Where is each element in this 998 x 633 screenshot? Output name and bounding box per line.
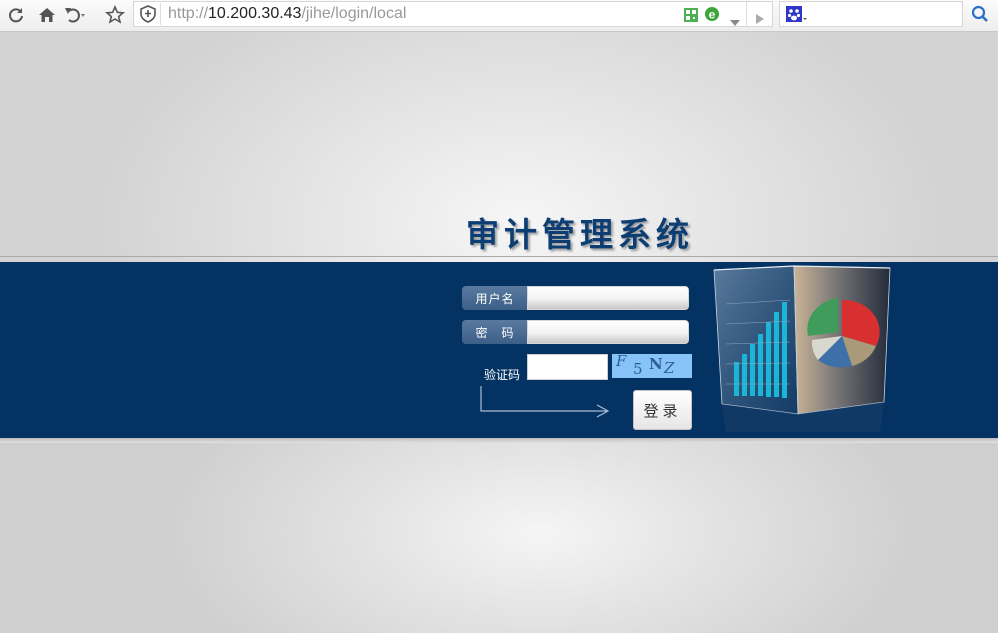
refresh-icon[interactable] <box>5 4 27 26</box>
svg-text:e: e <box>709 8 716 22</box>
divider-top <box>0 256 998 257</box>
address-bar[interactable]: http://10.200.30.43/jihe/login/local e <box>133 1 773 27</box>
captcha-image[interactable]: F 5 N Z <box>612 354 692 378</box>
captcha-label: 验证码 <box>484 368 521 382</box>
search-icon[interactable] <box>966 2 994 26</box>
star-icon[interactable] <box>104 4 126 26</box>
page-title: 审计管理系统 <box>466 215 694 254</box>
ie-mode-icon[interactable]: e <box>704 5 720 27</box>
url-divider <box>746 2 747 26</box>
password-label: 密 码 <box>462 320 528 344</box>
captcha-char: 5 <box>633 360 643 378</box>
username-label: 用户名 <box>462 286 528 310</box>
login-page: 审计管理系统 用户名 密 码 验证码 F 5 N Z 登录 <box>0 32 998 633</box>
search-engine-icon[interactable] <box>786 6 808 26</box>
captcha-char: F <box>616 354 627 370</box>
username-input[interactable] <box>527 286 689 310</box>
url-path: /jihe/login/local <box>301 5 407 22</box>
home-icon[interactable] <box>36 4 58 26</box>
captcha-input[interactable] <box>527 354 608 380</box>
shield-icon[interactable] <box>136 3 161 25</box>
search-box[interactable] <box>779 1 963 27</box>
arrow-decoration <box>480 386 610 418</box>
qr-code-icon[interactable] <box>684 7 698 26</box>
password-input[interactable] <box>527 320 689 344</box>
url-host: 10.200.30.43 <box>208 5 302 22</box>
login-button[interactable]: 登录 <box>633 390 692 430</box>
captcha-char: Z <box>664 359 675 377</box>
forward-icon[interactable] <box>756 9 764 28</box>
lower-background <box>0 443 998 633</box>
url-protocol: http:// <box>168 5 209 22</box>
browser-toolbar: http://10.200.30.43/jihe/login/local e <box>0 0 998 32</box>
chart-cube-image <box>713 265 891 432</box>
undo-icon[interactable] <box>63 4 85 26</box>
dropdown-arrow-icon[interactable] <box>730 11 740 30</box>
captcha-char: N <box>649 355 663 373</box>
url-text[interactable]: http://10.200.30.43/jihe/login/local <box>168 5 406 23</box>
